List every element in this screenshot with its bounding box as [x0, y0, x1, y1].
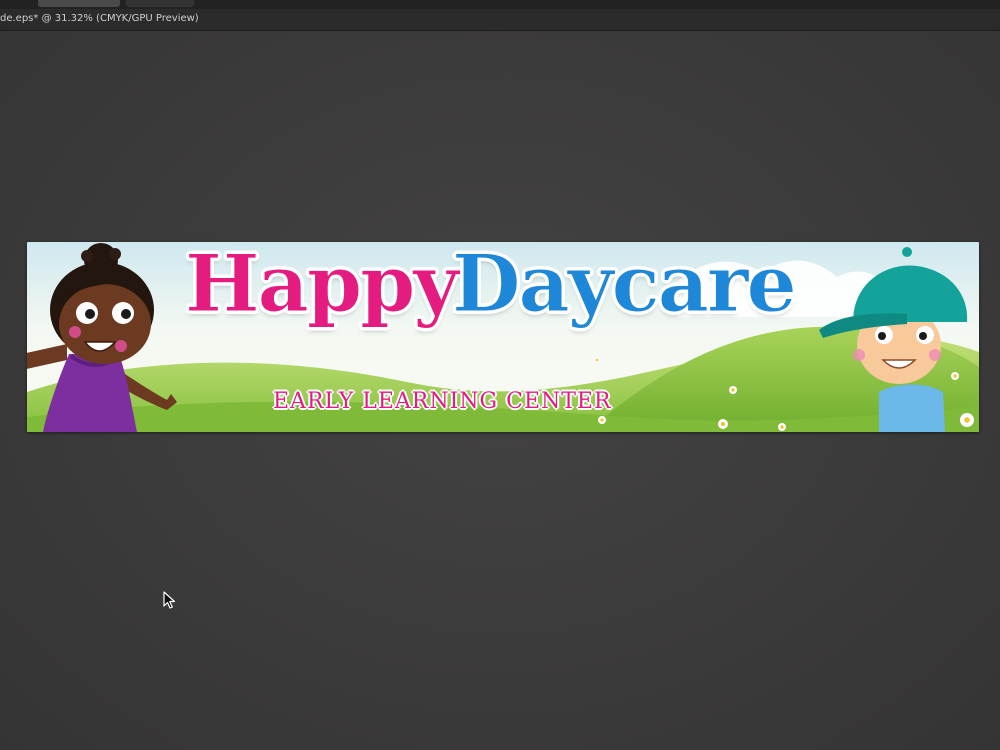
tagline-text: EARLY LEARNING CENTER — [273, 389, 612, 414]
artboard-banner[interactable]: Happy Daycare EARLY LEARNING CENTER — [27, 242, 979, 432]
document-title-bar: de.eps* @ 31.32% (CMYK/GPU Preview) — [0, 9, 1000, 31]
headline-word-happy: Happy — [184, 242, 459, 330]
headline-word-daycare: Daycare — [452, 242, 798, 330]
document-tab[interactable] — [126, 0, 194, 7]
arrow-cursor-icon — [163, 591, 176, 609]
document-title: de.eps* @ 31.32% (CMYK/GPU Preview) — [0, 13, 199, 24]
document-tab[interactable] — [38, 0, 120, 7]
document-tab-strip — [0, 0, 1000, 9]
